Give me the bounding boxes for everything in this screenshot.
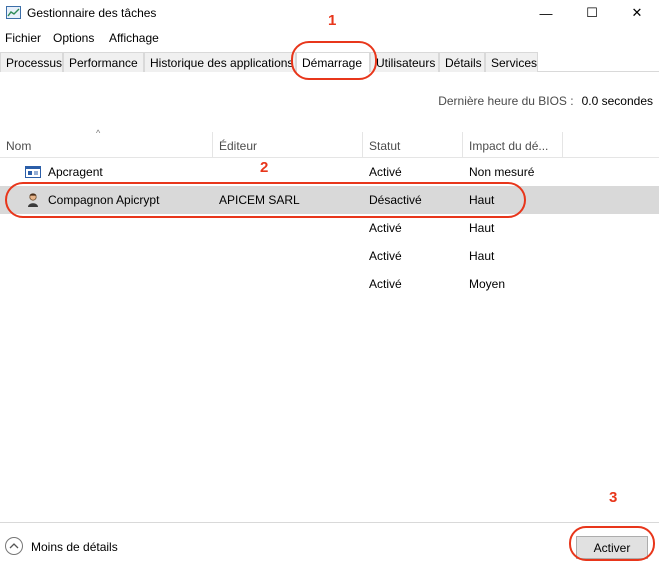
tab-services[interactable]: Services <box>485 52 538 72</box>
row-status: Désactivé <box>369 193 422 207</box>
tab-historique[interactable]: Historique des applications <box>144 52 296 72</box>
row-name: Compagnon Apicrypt <box>48 193 160 207</box>
footer-bar: Moins de détails Activer <box>0 522 659 568</box>
annotation-number: 1 <box>328 12 337 29</box>
table-row[interactable]: Apcragent Activé Non mesuré <box>0 158 659 186</box>
menu-options[interactable]: Options <box>53 31 94 45</box>
bios-label: Dernière heure du BIOS : <box>438 94 574 108</box>
column-header-editeur[interactable]: Éditeur <box>213 132 363 158</box>
fewer-details-link[interactable]: Moins de détails <box>31 540 118 554</box>
table-row[interactable]: Activé Moyen <box>0 270 659 298</box>
minimize-button[interactable]: — <box>523 0 569 26</box>
bios-time: Dernière heure du BIOS : 0.0 secondes <box>438 94 653 108</box>
row-impact: Moyen <box>469 277 506 291</box>
menu-bar: Fichier Options Affichage <box>0 29 659 47</box>
maximize-button[interactable]: ☐ <box>569 0 615 26</box>
tab-details[interactable]: Détails <box>439 52 485 72</box>
annotation-number: 2 <box>260 159 269 176</box>
tab-strip: Processus Performance Historique des app… <box>0 52 659 73</box>
row-status: Activé <box>369 165 402 179</box>
column-header-impact[interactable]: Impact du dé... <box>463 132 563 158</box>
row-impact: Haut <box>469 249 495 263</box>
row-status: Activé <box>369 221 402 235</box>
close-button[interactable]: ✕ <box>614 0 659 26</box>
row-impact: Haut <box>469 221 495 235</box>
table-row[interactable]: Activé Haut <box>0 214 659 242</box>
task-manager-icon <box>6 6 21 19</box>
tab-demarrage[interactable]: Démarrage <box>296 52 370 73</box>
table-header: Nom Éditeur Statut Impact du dé... <box>0 132 659 158</box>
table-row[interactable]: Activé Haut <box>0 242 659 270</box>
row-status: Activé <box>369 277 402 291</box>
column-header-nom[interactable]: Nom <box>0 132 213 158</box>
menu-fichier[interactable]: Fichier <box>5 31 41 45</box>
chevron-up-icon[interactable] <box>5 537 23 555</box>
person-icon <box>25 192 41 208</box>
tab-utilisateurs[interactable]: Utilisateurs <box>370 52 439 72</box>
window-icon <box>25 164 41 180</box>
annotation-number: 3 <box>609 489 618 506</box>
row-impact: Non mesuré <box>469 165 535 179</box>
tab-performance[interactable]: Performance <box>63 52 144 72</box>
bios-value: 0.0 secondes <box>581 94 653 108</box>
activate-button[interactable]: Activer <box>576 536 648 559</box>
row-name: Apcragent <box>48 165 103 179</box>
window-title: Gestionnaire des tâches <box>27 6 157 20</box>
table-row-selected[interactable]: Compagnon Apicrypt APICEM SARL Désactivé… <box>0 186 659 214</box>
row-publisher: APICEM SARL <box>219 193 300 207</box>
row-status: Activé <box>369 249 402 263</box>
menu-affichage[interactable]: Affichage <box>109 31 159 45</box>
tab-processus[interactable]: Processus <box>0 52 63 72</box>
row-impact: Haut <box>469 193 495 207</box>
column-header-statut[interactable]: Statut <box>363 132 463 158</box>
